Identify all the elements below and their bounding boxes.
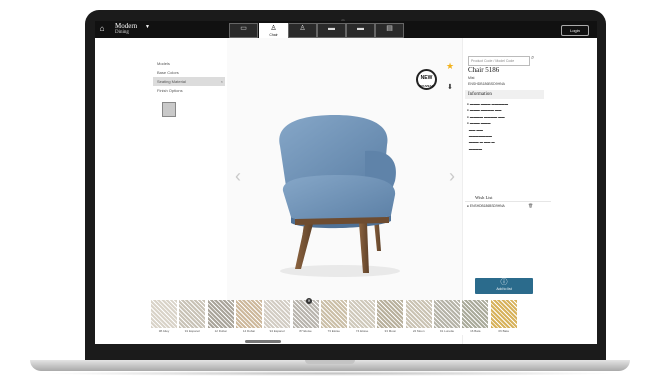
fabric-swatch-label: 91 Espanol — [184, 329, 200, 333]
left-gutter — [95, 38, 149, 344]
fabric-swatch-label: 38 Ailey — [158, 329, 170, 333]
fabric-swatch-label: 33 Moon — [384, 329, 397, 333]
fabric-swatch[interactable] — [235, 300, 262, 328]
login-button[interactable]: Login — [561, 25, 589, 36]
fabric-swatch[interactable] — [179, 300, 206, 328]
information-list: ● ▬▬▬ ▬▬▬ ▬▬▬▬▬ ● ▬▬▬ ▬▬▬▬ ▬▬ ● ▬▬▬▬ ▬▬▬… — [467, 101, 541, 152]
close-icon[interactable]: × — [221, 77, 223, 86]
fabric-swatch-label: 74 Eloise — [355, 329, 369, 333]
menu-item-seating-material[interactable]: Seating Material × — [153, 77, 225, 86]
chair-icon: ♙ — [270, 25, 277, 32]
stool-icon: ♙ — [299, 25, 306, 32]
menu-item-finish-options[interactable]: Finish Options — [153, 86, 225, 95]
brand-subtitle: Dining — [115, 30, 129, 35]
login-label: Login — [570, 28, 580, 33]
brand-title: Modern — [115, 22, 138, 30]
brand[interactable]: Modern Dining — [115, 22, 137, 36]
menu-item-label: Models — [157, 61, 170, 66]
prev-arrow-icon[interactable]: ‹ — [235, 166, 241, 187]
fabric-swatch-label: 87 Eloise — [299, 329, 312, 333]
home-icon[interactable]: ⌂ — [97, 24, 107, 34]
add-button-label: Add to list — [496, 287, 512, 291]
next-arrow-icon[interactable]: › — [449, 166, 455, 187]
base-notch — [305, 360, 355, 364]
search-input[interactable]: Product Code / Model Code — [468, 56, 530, 66]
fabric-swatch[interactable] — [264, 300, 291, 328]
tab-bench[interactable]: ▬ — [346, 23, 375, 38]
fabric-swatch[interactable] — [405, 300, 432, 328]
fabric-swatch-label: 06 Bata — [498, 329, 509, 333]
fabric-swatch-label: 16 Bata — [470, 329, 481, 333]
menu-item-label: Seating Material — [157, 79, 186, 84]
laptop-base — [30, 360, 630, 371]
options-menu: Models Base Colors Seating Material × Fin… — [153, 59, 225, 95]
strip-scrollbar[interactable] — [245, 340, 281, 343]
info-icon: ⓘ — [500, 279, 508, 286]
fabric-swatch[interactable] — [377, 300, 404, 328]
tab-stool[interactable]: ♙ — [288, 23, 317, 38]
fabric-swatch[interactable] — [292, 300, 319, 328]
table-icon: ▬ — [328, 25, 335, 32]
product-subtitle: Mist — [468, 76, 475, 80]
new-badge: NEW NOUVEAU — [416, 69, 437, 90]
search-placeholder: Product Code / Model Code — [471, 59, 515, 63]
fabric-swatch[interactable] — [151, 300, 177, 328]
add-to-list-button[interactable]: ⓘ Add to list — [475, 278, 533, 294]
information-heading: Information — [465, 90, 544, 99]
fabric-swatch-label: 91 Lunette — [439, 329, 455, 333]
download-icon[interactable]: ⬇ — [447, 83, 453, 91]
menu-item-models[interactable]: Models — [153, 59, 225, 68]
selected-check-icon: ✕ — [306, 298, 312, 304]
fabric-swatch[interactable] — [320, 300, 347, 328]
badge-line2: NOUVEAU — [418, 84, 434, 88]
menu-item-base-colors[interactable]: Base Colors — [153, 68, 225, 77]
laptop-screen: ⌂ Modern Dining ▼ ▭ ♙ Chair ♙ ▬ ▬ ▤ Logi… — [95, 21, 597, 344]
fabric-swatch-label: 12 Dubai — [214, 329, 227, 333]
search-icon[interactable]: ⌕ — [531, 55, 534, 62]
fabric-swatch[interactable] — [490, 300, 517, 328]
tab-sofa[interactable]: ▭ — [229, 23, 258, 38]
selected-swatch-thumb[interactable] — [162, 102, 176, 117]
laptop-shadow — [40, 371, 620, 376]
wishlist-heading: Wish List — [465, 194, 551, 202]
top-bar: ⌂ Modern Dining ▼ ▭ ♙ Chair ♙ ▬ ▬ ▤ Logi… — [95, 21, 597, 38]
sofa-icon: ▭ — [240, 25, 247, 32]
wishlist-item-code: ENSHDB186BSD9HNA — [469, 204, 505, 208]
fabric-swatch-label: 22 Moon — [412, 329, 425, 333]
fabric-swatch[interactable] — [349, 300, 376, 328]
sideboard-icon: ▤ — [386, 25, 393, 32]
fabric-swatch[interactable] — [207, 300, 234, 328]
chevron-down-icon[interactable]: ▼ — [145, 24, 150, 30]
badge-line1: NEW — [420, 75, 433, 81]
menu-item-label: Base Colors — [157, 70, 179, 75]
fabric-swatch[interactable] — [462, 300, 489, 328]
fabric-swatch-label: 73 Eloise — [327, 329, 340, 333]
star-icon[interactable]: ★ — [446, 61, 454, 72]
menu-item-label: Finish Options — [157, 88, 183, 93]
tab-table[interactable]: ▬ — [317, 23, 346, 38]
product-code: ENSHDB186BSD9HNA — [468, 82, 505, 86]
tab-label: Chair — [269, 33, 278, 37]
trash-icon[interactable]: 🗑 — [528, 203, 533, 208]
wishlist-item[interactable]: ● ENSHDB186BSD9HNA — [467, 204, 505, 208]
chair-image — [279, 115, 400, 277]
fabric-swatch[interactable] — [434, 300, 460, 328]
bench-icon: ▬ — [357, 25, 364, 32]
fabric-swatch-label: 94 Espanol — [269, 329, 285, 333]
tab-sideboard[interactable]: ▤ — [375, 23, 404, 38]
fabric-swatch-label: 14 Dubai — [242, 329, 255, 333]
tab-chair[interactable]: ♙ Chair — [259, 23, 288, 38]
product-title: Chair 5186 — [468, 66, 500, 74]
info-line: ▬▬▬▬ — [467, 146, 483, 151]
